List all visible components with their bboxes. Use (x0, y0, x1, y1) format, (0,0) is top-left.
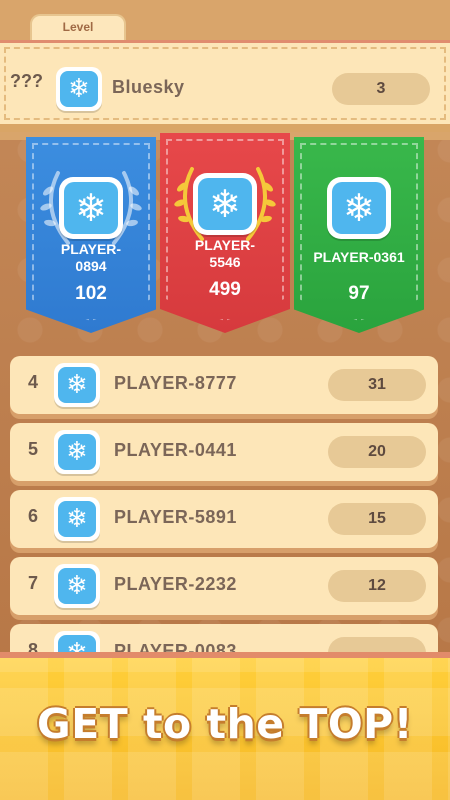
snowflake-icon: ❄ (198, 178, 252, 230)
rank-number: 7 (28, 573, 39, 593)
level-tab-label: Level (62, 20, 94, 34)
snowflake-icon: ❄ (60, 71, 98, 107)
podium-second[interactable]: ❄ PLAYER- 0894 102 (26, 137, 156, 333)
player-name: PLAYER-5891 (114, 507, 237, 527)
podium-avatar: ❄ (59, 177, 123, 239)
player-score: 15 (328, 503, 426, 535)
avatar: ❄ (54, 430, 100, 474)
rank-number: 5 (28, 439, 39, 459)
level-panel: Level ??? ❄ Bluesky 3 (0, 0, 450, 140)
snowflake-icon: ❄ (58, 568, 96, 604)
podium-first[interactable]: ❄ PLAYER- 5546 499 (160, 133, 290, 333)
podium-name: PLAYER- 5546 (194, 237, 256, 270)
podium-score: 97 (348, 283, 370, 304)
podium-name: PLAYER-0361 (313, 249, 405, 265)
podium-third[interactable]: ❄ PLAYER-0361 97 (294, 137, 424, 333)
list-item[interactable]: 7 ❄ PLAYER-2232 12 (10, 557, 438, 615)
podium-score: 102 (75, 283, 107, 304)
avatar: ❄ (54, 564, 100, 608)
snowflake-icon: ❄ (64, 182, 118, 234)
player-name: PLAYER-0441 (114, 440, 237, 460)
podium-avatar: ❄ (193, 173, 257, 235)
snowflake-icon: ❄ (58, 501, 96, 537)
my-score: 3 (332, 73, 430, 105)
avatar: ❄ (54, 497, 100, 541)
snowflake-icon: ❄ (58, 434, 96, 470)
list-item[interactable]: 5 ❄ PLAYER-0441 20 (10, 423, 438, 481)
my-avatar[interactable]: ❄ (56, 67, 102, 111)
my-rank-row: ??? ❄ Bluesky 3 (0, 40, 450, 132)
snowflake-icon: ❄ (58, 367, 96, 403)
rank-number: 4 (28, 372, 39, 392)
podium-score: 499 (209, 279, 241, 300)
player-score: 31 (328, 369, 426, 401)
list-item[interactable]: 6 ❄ PLAYER-5891 15 (10, 490, 438, 548)
list-item[interactable]: 4 ❄ PLAYER-8777 31 (10, 356, 438, 414)
snowflake-icon: ❄ (332, 182, 386, 234)
podium-avatar: ❄ (327, 177, 391, 239)
tagline: GET to the TOP! (37, 700, 413, 748)
podium-name: PLAYER- 0894 (60, 241, 122, 274)
leaderboard-list: 4 ❄ PLAYER-8777 31 5 ❄ PLAYER-0441 20 6 … (10, 356, 438, 691)
player-name: PLAYER-8777 (114, 373, 237, 393)
player-name: PLAYER-2232 (114, 574, 237, 594)
my-name: Bluesky (112, 77, 185, 97)
promo-banner: GET to the TOP! (0, 652, 450, 800)
player-score: 12 (328, 570, 426, 602)
rank-number: 6 (28, 506, 39, 526)
avatar: ❄ (54, 363, 100, 407)
player-score: 20 (328, 436, 426, 468)
my-rank: ??? (10, 71, 43, 91)
